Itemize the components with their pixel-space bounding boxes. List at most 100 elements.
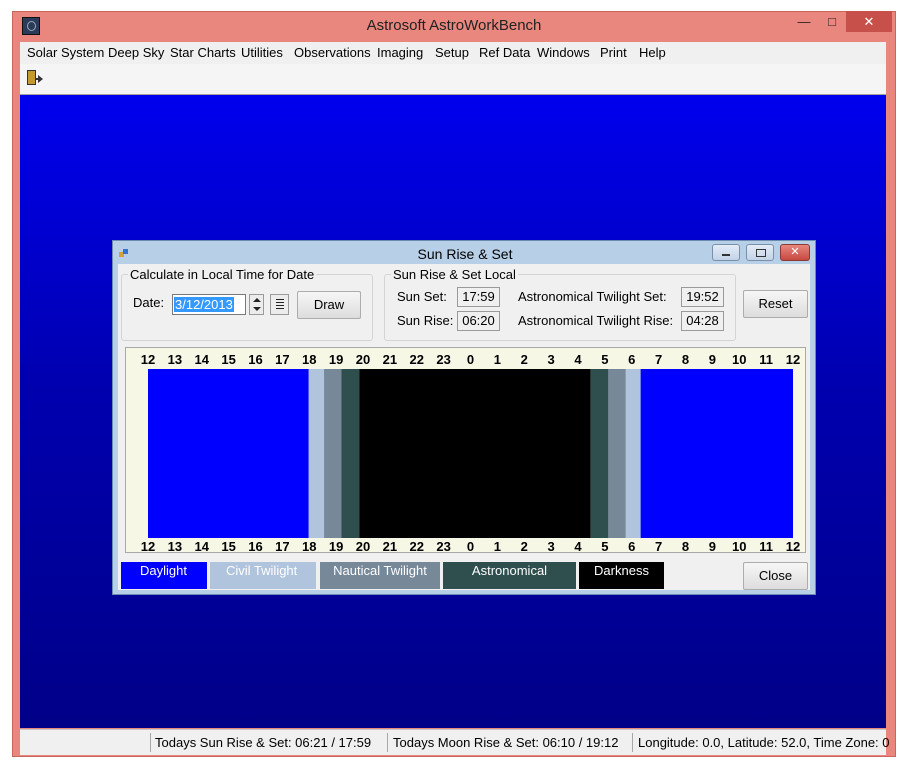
date-spinner[interactable] bbox=[249, 294, 264, 315]
band-darkness-4 bbox=[359, 369, 591, 538]
menu-deep-sky[interactable]: Deep Sky bbox=[108, 45, 164, 60]
sun-set-value: 17:59 bbox=[457, 287, 500, 307]
top-hour-tick-label: 15 bbox=[221, 352, 235, 367]
main-titlebar[interactable]: Astrosoft AstroWorkBench — □ ✕ bbox=[12, 11, 896, 41]
top-hour-tick-label: 19 bbox=[329, 352, 343, 367]
minimize-button[interactable]: — bbox=[790, 11, 818, 32]
legend-item-astronomical: Astronomical bbox=[443, 562, 576, 589]
band-daylight-8 bbox=[640, 369, 793, 538]
band-astronomical-3 bbox=[341, 369, 360, 538]
date-input[interactable]: 3/12/2013 bbox=[172, 294, 246, 315]
menu-help[interactable]: Help bbox=[639, 45, 666, 60]
status-bar: Todays Sun Rise & Set: 06:21 / 17:59 Tod… bbox=[20, 729, 890, 755]
door-exit-icon[interactable] bbox=[26, 69, 43, 87]
menu-print[interactable]: Print bbox=[600, 45, 627, 60]
bottom-hour-tick-label: 3 bbox=[548, 539, 555, 552]
top-hour-tick-label: 2 bbox=[521, 352, 528, 367]
top-hour-tick-label: 10 bbox=[732, 352, 746, 367]
bottom-hour-tick-label: 17 bbox=[275, 539, 289, 552]
menu-star-charts[interactable]: Star Charts bbox=[170, 45, 236, 60]
bottom-hour-tick-label: 2 bbox=[521, 539, 528, 552]
band-civil-7 bbox=[625, 369, 641, 538]
legend-item-daylight: Daylight bbox=[121, 562, 207, 589]
date-input-value: 3/12/2013 bbox=[174, 297, 234, 312]
twilight-chart-panel: 12 12 13 13 14 14 15 15 16 16 17 17 18 18 19 19 20 20 21 21… bbox=[125, 347, 806, 553]
band-nautical-2 bbox=[324, 369, 342, 538]
menu-setup[interactable]: Setup bbox=[435, 45, 469, 60]
top-hour-tick-label: 12 bbox=[141, 352, 155, 367]
status-separator bbox=[387, 733, 388, 752]
bottom-hour-tick-label: 9 bbox=[709, 539, 716, 552]
calendar-icon[interactable] bbox=[270, 294, 289, 315]
top-hour-tick-label: 13 bbox=[168, 352, 182, 367]
bottom-hour-tick-label: 18 bbox=[302, 539, 316, 552]
top-hour-tick-label: 8 bbox=[682, 352, 689, 367]
local-times-group-title: Sun Rise & Set Local bbox=[391, 267, 518, 282]
top-hour-tick-label: 0 bbox=[467, 352, 474, 367]
bottom-hour-tick-label: 12 bbox=[141, 539, 155, 552]
top-hour-tick-label: 20 bbox=[356, 352, 370, 367]
bottom-hour-tick-label: 20 bbox=[356, 539, 370, 552]
band-civil-1 bbox=[308, 369, 325, 538]
bottom-hour-tick-label: 12 bbox=[786, 539, 800, 552]
bottom-hour-tick-label: 16 bbox=[248, 539, 262, 552]
top-hour-tick-label: 1 bbox=[494, 352, 501, 367]
menu-utilities[interactable]: Utilities bbox=[241, 45, 283, 60]
top-hour-tick-label: 16 bbox=[248, 352, 262, 367]
menu-windows[interactable]: Windows bbox=[537, 45, 590, 60]
bottom-hour-tick-label: 22 bbox=[410, 539, 424, 552]
astro-twilight-rise-label: Astronomical Twilight Rise: bbox=[518, 313, 674, 328]
top-hour-tick-label: 7 bbox=[655, 352, 662, 367]
status-separator bbox=[632, 733, 633, 752]
spinner-up-icon[interactable] bbox=[253, 298, 261, 302]
bottom-hour-tick-label: 4 bbox=[574, 539, 582, 552]
astro-twilight-set-label: Astronomical Twilight Set: bbox=[518, 289, 667, 304]
spinner-down-icon[interactable] bbox=[253, 307, 261, 311]
dialog-close-button[interactable]: ✕ bbox=[780, 244, 810, 261]
astro-twilight-set-value: 19:52 bbox=[681, 287, 724, 307]
top-hour-tick-label: 21 bbox=[383, 352, 397, 367]
app-title: Astrosoft AstroWorkBench bbox=[366, 17, 542, 34]
top-hour-tick-label: 11 bbox=[759, 352, 773, 367]
bottom-hour-tick-label: 14 bbox=[195, 539, 210, 552]
sun-rise-label: Sun Rise: bbox=[397, 313, 454, 328]
menu-bar: Solar System Deep Sky Star Charts Utilit… bbox=[20, 42, 886, 65]
bottom-hour-tick-label: 1 bbox=[494, 539, 501, 552]
band-daylight-0 bbox=[148, 369, 309, 538]
status-separator bbox=[150, 733, 151, 752]
bottom-hour-tick-label: 8 bbox=[682, 539, 689, 552]
maximize-button[interactable]: □ bbox=[818, 11, 846, 32]
top-hour-tick-label: 17 bbox=[275, 352, 289, 367]
legend-item-darkness: Darkness bbox=[579, 562, 664, 589]
menu-imaging[interactable]: Imaging bbox=[377, 45, 423, 60]
legend-item-nautical-twilight: Nautical Twilight bbox=[320, 562, 440, 589]
dialog-minimize-button[interactable] bbox=[712, 244, 740, 261]
reset-button[interactable]: Reset bbox=[743, 290, 808, 318]
toolbar bbox=[20, 64, 886, 95]
top-hour-tick-label: 9 bbox=[709, 352, 716, 367]
top-hour-tick-label: 22 bbox=[410, 352, 424, 367]
close-button[interactable]: ✕ bbox=[846, 11, 892, 32]
bottom-hour-tick-label: 19 bbox=[329, 539, 343, 552]
bottom-hour-tick-label: 5 bbox=[601, 539, 608, 552]
draw-button[interactable]: Draw bbox=[297, 291, 361, 319]
top-hour-tick-label: 5 bbox=[601, 352, 608, 367]
top-hour-tick-label: 6 bbox=[628, 352, 635, 367]
top-hour-tick-label: 12 bbox=[786, 352, 800, 367]
close-dialog-button[interactable]: Close bbox=[743, 562, 808, 590]
dialog-maximize-button[interactable] bbox=[746, 244, 774, 261]
menu-observations[interactable]: Observations bbox=[294, 45, 371, 60]
calculate-group-title: Calculate in Local Time for Date bbox=[128, 267, 317, 282]
band-nautical-6 bbox=[608, 369, 626, 538]
menu-ref-data[interactable]: Ref Data bbox=[479, 45, 530, 60]
legend-item-civil-twilight: Civil Twilight bbox=[210, 562, 316, 589]
bottom-hour-tick-label: 0 bbox=[467, 539, 474, 552]
status-sun-times: Todays Sun Rise & Set: 06:21 / 17:59 bbox=[155, 735, 372, 750]
band-astronomical-5 bbox=[590, 369, 609, 538]
twilight-chart: 1212131314141515161617171818191920202121… bbox=[141, 352, 800, 552]
status-location: Longitude: 0.0, Latitude: 52.0, Time Zon… bbox=[638, 735, 890, 750]
menu-solar-system[interactable]: Solar System bbox=[27, 45, 104, 60]
sun-set-label: Sun Set: bbox=[397, 289, 447, 304]
sun-rise-value: 06:20 bbox=[457, 311, 500, 331]
date-label: Date: bbox=[133, 295, 165, 310]
